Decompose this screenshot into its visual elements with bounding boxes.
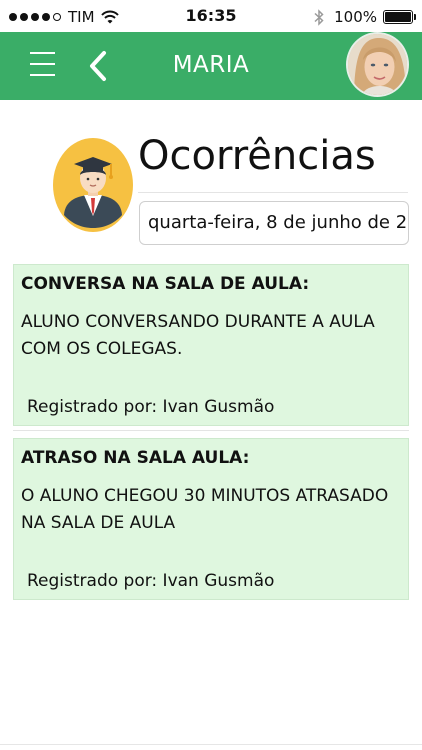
- occurrence-card[interactable]: CONVERSA NA SALA DE AULA: ALUNO CONVERSA…: [13, 264, 409, 426]
- occurrence-description: ALUNO CONVERSANDO DURANTE A AULA COM OS …: [21, 312, 375, 359]
- occurrence-title: ATRASO NA SALA AULA:: [21, 448, 250, 468]
- date-picker-field[interactable]: quarta-feira, 8 de junho de 2016: [139, 201, 409, 245]
- battery-percent: 100%: [334, 8, 377, 26]
- occurrence-registered-by: Registrado por: Ivan Gusmão: [27, 397, 275, 417]
- nav-bar: MARIA: [0, 32, 422, 100]
- avatar[interactable]: [346, 32, 409, 97]
- battery-icon: [383, 10, 416, 24]
- occurrence-title: CONVERSA NA SALA DE AULA:: [21, 274, 310, 294]
- card-divider: [13, 430, 409, 431]
- title-divider: [138, 192, 408, 193]
- bottom-divider: [0, 744, 422, 745]
- status-right: 100%: [314, 7, 416, 27]
- page-title: Ocorrências: [138, 133, 376, 179]
- status-bar: TIM 16:35 100%: [0, 0, 422, 32]
- occurrence-description: O ALUNO CHEGOU 30 MINUTOS ATRASADO NA SA…: [21, 486, 389, 533]
- bluetooth-icon: [314, 8, 324, 26]
- graduate-student-icon: [53, 138, 133, 232]
- occurrence-card[interactable]: ATRASO NA SALA AULA: O ALUNO CHEGOU 30 M…: [13, 438, 409, 600]
- occurrence-registered-by: Registrado por: Ivan Gusmão: [27, 571, 275, 591]
